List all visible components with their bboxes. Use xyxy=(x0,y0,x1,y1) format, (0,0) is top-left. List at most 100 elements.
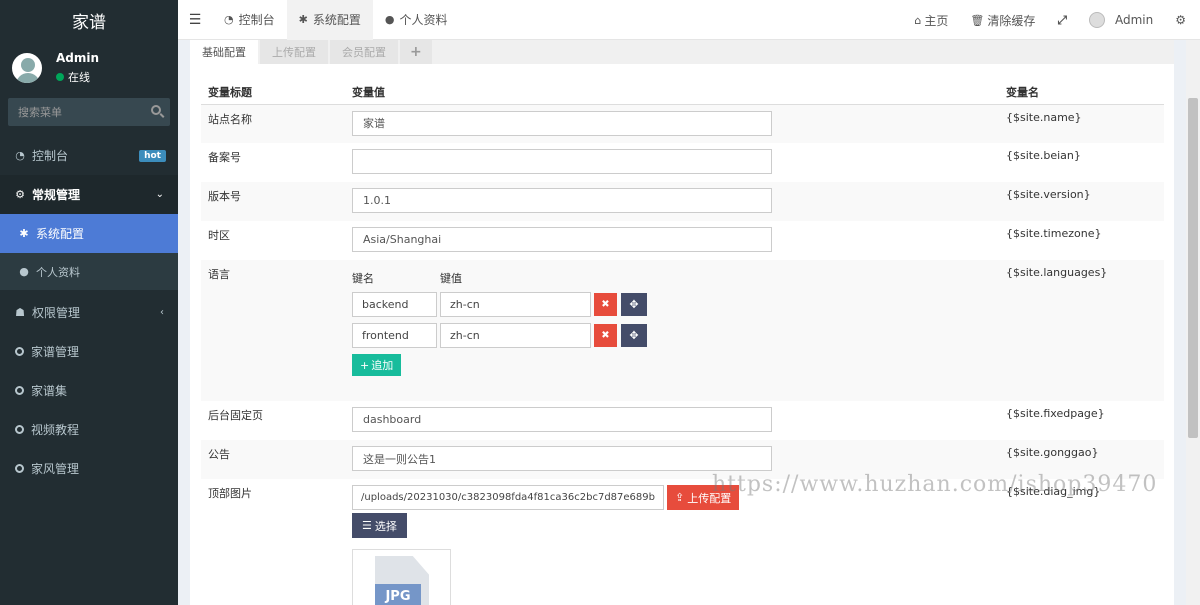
tab-basic-config[interactable]: 基础配置 xyxy=(190,40,258,64)
row-title: 公告 xyxy=(201,440,345,479)
move-icon: ✥ xyxy=(629,329,639,342)
row-title: 语言 xyxy=(201,260,345,401)
sidebar-item-auth[interactable]: ☗ 权限管理 ‹ xyxy=(0,293,178,332)
row-var-name: {$site.version} xyxy=(999,182,1164,221)
add-tab-button[interactable]: + xyxy=(400,40,432,64)
row-var-name: {$site.name} xyxy=(999,104,1164,143)
sidebar-item-family-style[interactable]: 家风管理 xyxy=(0,449,178,488)
fixedpage-input[interactable] xyxy=(352,407,772,432)
version-input[interactable] xyxy=(352,188,772,213)
circle-icon xyxy=(15,464,24,473)
image-thumbnail[interactable]: JPG xyxy=(352,549,451,605)
scrollbar[interactable] xyxy=(1186,40,1200,605)
beian-input[interactable] xyxy=(352,149,772,174)
row-title: 顶部图片 xyxy=(208,487,252,500)
tab-dashboard[interactable]: ◔ 控制台 xyxy=(212,0,287,40)
sidebar-item-genealogy-set[interactable]: 家谱集 xyxy=(0,371,178,410)
row-title: 版本号 xyxy=(201,182,345,221)
dashboard-icon: ◔ xyxy=(224,13,234,26)
select-button[interactable]: ☰ 选择 xyxy=(352,513,407,538)
column-header-name: 变量名 xyxy=(999,80,1164,105)
config-panel: 基础配置 上传配置 会员配置 + 变量标题 变量值 变量名 站点名称 {$sit… xyxy=(190,40,1174,605)
search-icon[interactable] xyxy=(151,105,161,115)
user-icon: ● xyxy=(384,13,395,26)
clear-cache-button[interactable]: 🗑 清除缓存 xyxy=(959,0,1046,40)
drag-handle[interactable]: ✥ xyxy=(621,293,647,316)
hot-badge: hot xyxy=(139,149,166,162)
close-icon: ✖ xyxy=(601,299,610,310)
drag-handle[interactable]: ✥ xyxy=(621,324,647,347)
cogs-icon: ⚙ xyxy=(1175,13,1186,27)
config-table: 变量标题 变量值 变量名 站点名称 {$site.name} 备案号 {$sit… xyxy=(201,80,1164,605)
table-row: 语言 键名 键值 ✖ ✥ ✖ xyxy=(201,260,1164,401)
upload-icon: ⇪ xyxy=(675,491,685,504)
column-header-title: 变量标题 xyxy=(201,80,345,105)
kv-value-input[interactable] xyxy=(440,323,591,348)
settings-button[interactable]: ⚙ xyxy=(1164,0,1200,40)
timezone-input[interactable] xyxy=(352,227,772,252)
gonggao-input[interactable] xyxy=(352,446,772,471)
config-tabs: 基础配置 上传配置 会员配置 + xyxy=(190,40,1174,64)
image-path-input[interactable] xyxy=(352,485,664,510)
sidebar-item-profile[interactable]: ● 个人资料 xyxy=(0,253,178,290)
sidebar-item-dashboard[interactable]: ◔ 控制台 hot xyxy=(0,136,178,175)
users-icon: ☗ xyxy=(15,306,25,319)
circle-icon xyxy=(15,425,24,434)
site-name-input[interactable] xyxy=(352,110,772,136)
table-row: 站点名称 {$site.name} xyxy=(201,104,1164,143)
sidebar-search xyxy=(8,98,170,126)
chevron-left-icon: ‹ xyxy=(160,307,164,318)
kv-value-input[interactable] xyxy=(440,292,591,317)
sidebar: 家谱 Admin 在线 ◔ 控制台 hot ⚙ 常规管理 ⌄ ✱ 系统配置 ● … xyxy=(0,0,178,605)
menu-toggle-icon[interactable]: ☰ xyxy=(178,0,212,40)
plus-icon: + xyxy=(360,358,370,372)
row-var-name: {$site.diag_img} xyxy=(1006,485,1101,498)
row-title: 备案号 xyxy=(208,151,241,164)
remove-button[interactable]: ✖ xyxy=(594,293,617,316)
fullscreen-button[interactable]: ⤢ xyxy=(1046,0,1078,40)
main-content: 基础配置 上传配置 会员配置 + 变量标题 变量值 变量名 站点名称 {$sit… xyxy=(178,40,1186,605)
sidebar-item-genealogy[interactable]: 家谱管理 xyxy=(0,332,178,371)
sidebar-item-system-config[interactable]: ✱ 系统配置 xyxy=(0,214,178,253)
kv-key-input[interactable] xyxy=(352,323,437,348)
avatar xyxy=(1088,12,1105,28)
table-row: 时区 {$site.timezone} xyxy=(201,221,1164,260)
chevron-down-icon: ⌄ xyxy=(155,189,164,200)
avatar xyxy=(10,50,44,85)
home-icon: ⌂ xyxy=(914,13,922,27)
circle-icon xyxy=(15,347,24,356)
column-header-value: 变量值 xyxy=(345,80,999,105)
scroll-thumb[interactable] xyxy=(1188,98,1198,438)
sidebar-item-video[interactable]: 视频教程 xyxy=(0,410,178,449)
trash-icon: 🗑 xyxy=(970,13,985,27)
row-title: 站点名称 xyxy=(201,104,345,143)
row-var-name: {$site.fixedpage} xyxy=(1006,407,1105,420)
row-title: 后台固定页 xyxy=(208,409,263,422)
app-logo[interactable]: 家谱 xyxy=(0,0,178,40)
watermark: https://www.huzhan.com/ishop39470 xyxy=(712,472,1158,497)
kv-row: ✖ ✥ xyxy=(352,323,999,348)
kv-key-input[interactable] xyxy=(352,292,437,317)
gear-icon: ✱ xyxy=(298,13,308,26)
row-title: 时区 xyxy=(208,229,230,242)
search-input[interactable] xyxy=(8,98,170,126)
table-row: 顶部图片 ⇪ 上传配置 ☰ 选择 JPG xyxy=(201,479,1164,605)
row-var-name: {$site.beian} xyxy=(1006,149,1081,162)
home-link[interactable]: ⌂ 主页 xyxy=(903,0,959,40)
move-icon: ✥ xyxy=(629,298,639,311)
tab-upload-config[interactable]: 上传配置 xyxy=(260,40,328,64)
kv-header: 键名 键值 xyxy=(352,272,462,285)
tab-system-config[interactable]: ✱ 系统配置 xyxy=(286,0,373,40)
list-icon: ☰ xyxy=(362,519,372,532)
tab-profile[interactable]: ● 个人资料 xyxy=(373,0,460,40)
sidebar-item-general[interactable]: ⚙ 常规管理 ⌄ xyxy=(0,175,178,214)
online-dot-icon xyxy=(56,72,64,81)
tab-member-config[interactable]: 会员配置 xyxy=(330,40,398,64)
user-menu[interactable]: Admin xyxy=(1078,0,1164,40)
append-button[interactable]: + 追加 xyxy=(352,354,402,376)
table-row: 版本号 {$site.version} xyxy=(201,182,1164,221)
close-icon: ✖ xyxy=(601,330,610,341)
dashboard-icon: ◔ xyxy=(15,149,25,162)
gear-icon: ✱ xyxy=(19,227,29,240)
remove-button[interactable]: ✖ xyxy=(594,324,617,347)
